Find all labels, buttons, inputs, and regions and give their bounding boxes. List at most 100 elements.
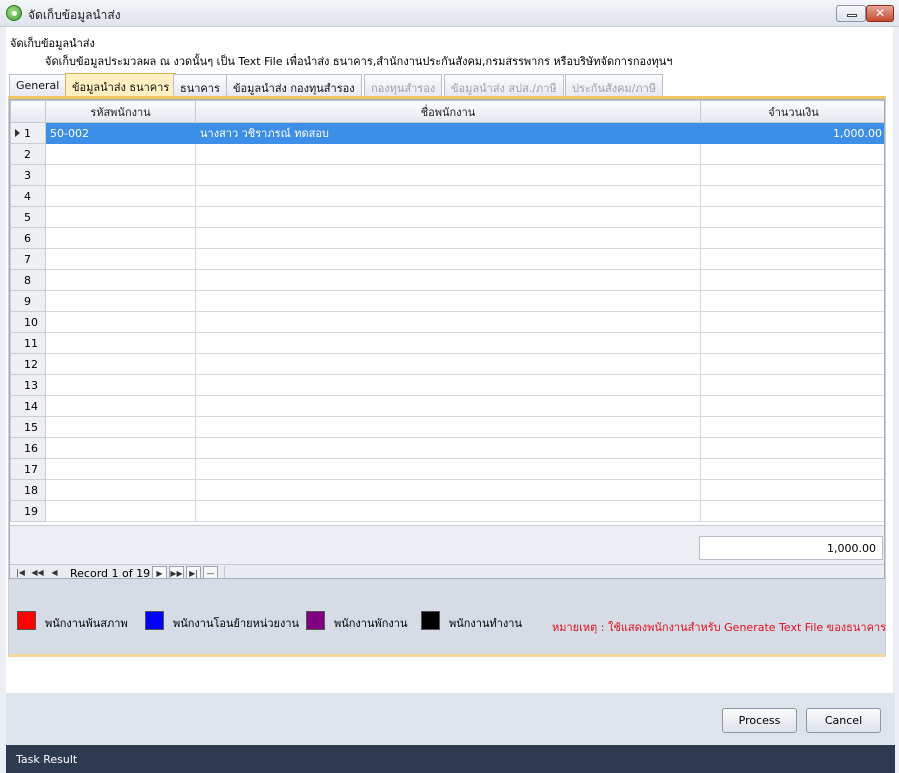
employee-code-cell[interactable]: 50-002 — [45, 122, 196, 144]
process-button[interactable]: Process — [722, 708, 797, 733]
amount-cell[interactable] — [700, 479, 884, 501]
table-row[interactable]: 9 — [10, 290, 884, 312]
amount-cell[interactable] — [700, 458, 884, 480]
table-row[interactable]: 14 — [10, 395, 884, 417]
employee-code-cell[interactable] — [45, 353, 196, 375]
employee-name-cell[interactable] — [195, 185, 701, 207]
table-row[interactable]: 12 — [10, 353, 884, 375]
employee-code-cell[interactable] — [45, 479, 196, 501]
task-result-bar[interactable]: Task Result — [6, 745, 895, 773]
amount-cell[interactable] — [700, 269, 884, 291]
amount-cell[interactable] — [700, 227, 884, 249]
amount-cell[interactable] — [700, 395, 884, 417]
row-number[interactable]: 18 — [10, 479, 46, 501]
first-record-icon[interactable]: |◀ — [13, 566, 28, 578]
tab-provident-fund-export-data[interactable]: ข้อมูลนำส่ง กองทุนสำรอง — [226, 74, 362, 96]
amount-cell[interactable] — [700, 332, 884, 354]
table-row[interactable]: 18 — [10, 479, 884, 501]
tab-provident-fund[interactable]: กองทุนสำรอง — [364, 74, 443, 96]
table-row[interactable]: 15 — [10, 416, 884, 438]
table-row[interactable]: 11 — [10, 332, 884, 354]
row-number[interactable]: 15 — [10, 416, 46, 438]
table-row[interactable]: 4 — [10, 185, 884, 207]
tab-bank-export-data[interactable]: ข้อมูลนำส่ง ธนาคาร — [65, 73, 177, 96]
table-row[interactable]: 19 — [10, 500, 884, 522]
previous-record-icon[interactable]: ◀ — [47, 566, 62, 578]
employee-code-cell[interactable] — [45, 206, 196, 228]
amount-cell[interactable] — [700, 185, 884, 207]
amount-cell[interactable] — [700, 374, 884, 396]
employee-code-cell[interactable] — [45, 269, 196, 291]
column-header-employee-name[interactable]: ชื่อพนักงาน — [195, 100, 701, 123]
employee-name-cell[interactable] — [195, 458, 701, 480]
row-number[interactable]: 16 — [10, 437, 46, 459]
employee-code-cell[interactable] — [45, 311, 196, 333]
employee-name-cell[interactable] — [195, 332, 701, 354]
row-number[interactable]: 17 — [10, 458, 46, 480]
employee-name-cell[interactable] — [195, 416, 701, 438]
employee-code-cell[interactable] — [45, 500, 196, 522]
tab-social-security-tax-export[interactable]: ข้อมูลนำส่ง สปส./ภาษี — [444, 74, 564, 96]
employee-code-cell[interactable] — [45, 395, 196, 417]
table-row[interactable]: 1 50-002 นางสาว วชิราภรณ์ ทดสอบ 1,000.00 — [10, 122, 884, 144]
employee-name-cell[interactable] — [195, 248, 701, 270]
employee-name-cell[interactable] — [195, 290, 701, 312]
employee-name-cell[interactable] — [195, 311, 701, 333]
employee-name-cell[interactable] — [195, 143, 701, 165]
row-number[interactable]: 10 — [10, 311, 46, 333]
amount-cell[interactable] — [700, 416, 884, 438]
delete-record-icon[interactable]: — — [203, 566, 218, 578]
row-number[interactable]: 1 — [10, 122, 46, 144]
employee-name-cell[interactable]: นางสาว วชิราภรณ์ ทดสอบ — [195, 122, 701, 144]
employee-name-cell[interactable] — [195, 227, 701, 249]
table-row[interactable]: 16 — [10, 437, 884, 459]
amount-cell[interactable] — [700, 143, 884, 165]
employee-name-cell[interactable] — [195, 395, 701, 417]
tab-general[interactable]: General — [9, 74, 67, 96]
previous-page-icon[interactable]: ◀◀ — [30, 566, 45, 578]
amount-cell[interactable] — [700, 311, 884, 333]
table-row[interactable]: 10 — [10, 311, 884, 333]
employee-code-cell[interactable] — [45, 164, 196, 186]
row-number[interactable]: 4 — [10, 185, 46, 207]
table-row[interactable]: 7 — [10, 248, 884, 270]
last-record-icon[interactable]: ▶| — [186, 566, 201, 578]
employee-code-cell[interactable] — [45, 332, 196, 354]
amount-cell[interactable] — [700, 290, 884, 312]
minimize-button[interactable] — [836, 5, 866, 22]
tab-social-security-tax[interactable]: ประกันสังคม/ภาษี — [565, 74, 664, 96]
employee-name-cell[interactable] — [195, 164, 701, 186]
amount-cell[interactable] — [700, 437, 884, 459]
table-row[interactable]: 13 — [10, 374, 884, 396]
employee-name-cell[interactable] — [195, 374, 701, 396]
employee-name-cell[interactable] — [195, 437, 701, 459]
tab-bank[interactable]: ธนาคาร — [173, 74, 227, 96]
row-number[interactable]: 8 — [10, 269, 46, 291]
row-number[interactable]: 13 — [10, 374, 46, 396]
row-number[interactable]: 6 — [10, 227, 46, 249]
horizontal-scrollbar[interactable] — [224, 566, 882, 578]
employee-code-cell[interactable] — [45, 290, 196, 312]
next-page-icon[interactable]: ▶▶ — [169, 566, 184, 578]
close-button[interactable]: ✕ — [866, 5, 894, 22]
amount-cell[interactable] — [700, 353, 884, 375]
table-row[interactable]: 2 — [10, 143, 884, 165]
row-number[interactable]: 11 — [10, 332, 46, 354]
next-record-icon[interactable]: ▶ — [152, 566, 167, 578]
amount-cell[interactable] — [700, 248, 884, 270]
column-header-amount[interactable]: จำนวนเงิน — [700, 100, 884, 123]
employee-code-cell[interactable] — [45, 143, 196, 165]
employee-code-cell[interactable] — [45, 248, 196, 270]
employee-name-cell[interactable] — [195, 479, 701, 501]
amount-cell[interactable] — [700, 206, 884, 228]
employee-name-cell[interactable] — [195, 353, 701, 375]
row-number[interactable]: 9 — [10, 290, 46, 312]
employee-code-cell[interactable] — [45, 416, 196, 438]
table-row[interactable]: 17 — [10, 458, 884, 480]
employee-code-cell[interactable] — [45, 437, 196, 459]
employee-code-cell[interactable] — [45, 458, 196, 480]
row-number[interactable]: 5 — [10, 206, 46, 228]
employee-name-cell[interactable] — [195, 206, 701, 228]
employee-name-cell[interactable] — [195, 500, 701, 522]
row-number[interactable]: 12 — [10, 353, 46, 375]
